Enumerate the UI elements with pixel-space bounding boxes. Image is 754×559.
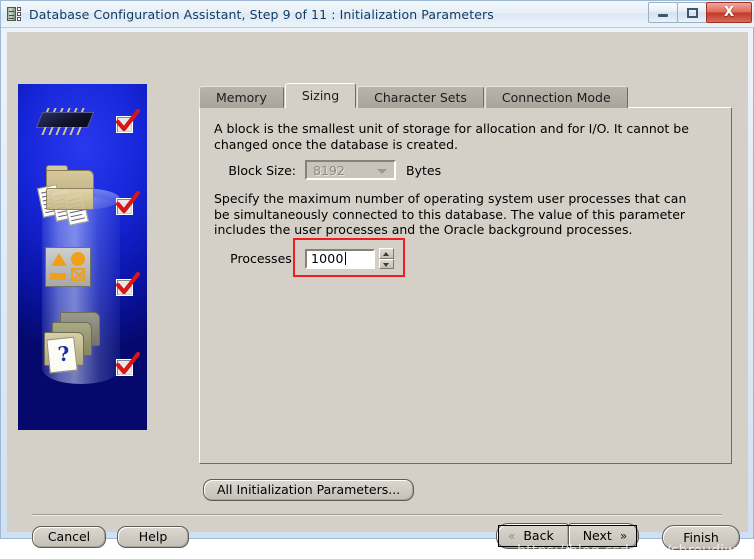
focus-indicator <box>498 525 638 547</box>
checkmark-icon <box>115 109 141 132</box>
checkmark-icon <box>115 272 141 295</box>
folder-documents-icon <box>37 165 102 228</box>
processes-spinner: 1000 <box>293 238 405 277</box>
step-check-2 <box>115 191 141 217</box>
title-bar[interactable]: Database Configuration Assistant, Step 9… <box>1 1 754 28</box>
checkmark-icon <box>115 191 141 214</box>
processes-description: Specify the maximum number of operating … <box>214 191 687 237</box>
spinner-buttons <box>379 248 394 269</box>
block-size-value: 8192 <box>313 162 345 178</box>
text-caret <box>344 252 346 265</box>
cancel-button[interactable]: Cancel <box>32 526 106 548</box>
minimize-button[interactable] <box>648 2 678 23</box>
folders-help-document-icon: ? <box>38 310 104 374</box>
finish-button[interactable]: Finish <box>662 525 740 550</box>
application-window: Database Configuration Assistant, Step 9… <box>0 0 754 559</box>
spinner-increment-button[interactable] <box>379 248 394 259</box>
processes-input[interactable]: 1000 <box>305 248 375 269</box>
processes-value: 1000 <box>311 251 344 266</box>
step-check-1 <box>115 109 141 135</box>
navigation-group: « Back Next » <box>496 523 640 549</box>
triangle-up-icon <box>383 252 389 256</box>
close-button[interactable]: X <box>706 2 752 23</box>
chevron-down-icon <box>377 169 387 174</box>
client-area: ? Memory Sizing Character Sets Connectio… <box>7 32 749 559</box>
triangle-down-icon <box>383 262 389 267</box>
restore-icon <box>686 7 698 18</box>
chip-icon <box>34 108 96 138</box>
footer-divider <box>32 514 722 516</box>
database-chip-icon <box>6 5 24 23</box>
step-check-4 <box>115 352 141 378</box>
all-initialization-parameters-button[interactable]: All Initialization Parameters... <box>203 479 415 501</box>
checkmark-icon <box>115 352 141 375</box>
close-icon: X <box>723 5 735 20</box>
next-button[interactable]: Next » <box>498 523 640 549</box>
minimize-icon <box>658 14 668 17</box>
tab-bar: Memory Sizing Character Sets Connection … <box>199 83 629 108</box>
shapes-panel-icon <box>45 247 91 287</box>
block-size-unit: Bytes <box>406 162 442 178</box>
sizing-panel: A block is the smallest unit of storage … <box>199 107 732 464</box>
block-size-description: A block is the smallest unit of storage … <box>214 121 689 152</box>
window-controls: X <box>648 2 752 23</box>
step-check-3 <box>115 272 141 298</box>
block-size-label: Block Size: <box>228 162 296 178</box>
block-size-combobox: 8192 <box>305 160 396 180</box>
processes-row: Processes: 1000 <box>214 238 405 277</box>
illustration-panel: ? <box>18 84 147 430</box>
block-size-row: Block Size: 8192 Bytes <box>214 160 441 180</box>
help-button[interactable]: Help <box>117 526 189 548</box>
tab-character-sets[interactable]: Character Sets <box>357 86 484 108</box>
processes-label: Processes: <box>230 251 296 266</box>
window-title: Database Configuration Assistant, Step 9… <box>29 6 494 22</box>
spinner-decrement-button[interactable] <box>379 258 394 269</box>
tab-connection-mode[interactable]: Connection Mode <box>484 86 628 108</box>
tab-memory[interactable]: Memory <box>199 86 284 108</box>
restore-button[interactable] <box>677 2 707 23</box>
tab-sizing[interactable]: Sizing <box>284 83 357 108</box>
